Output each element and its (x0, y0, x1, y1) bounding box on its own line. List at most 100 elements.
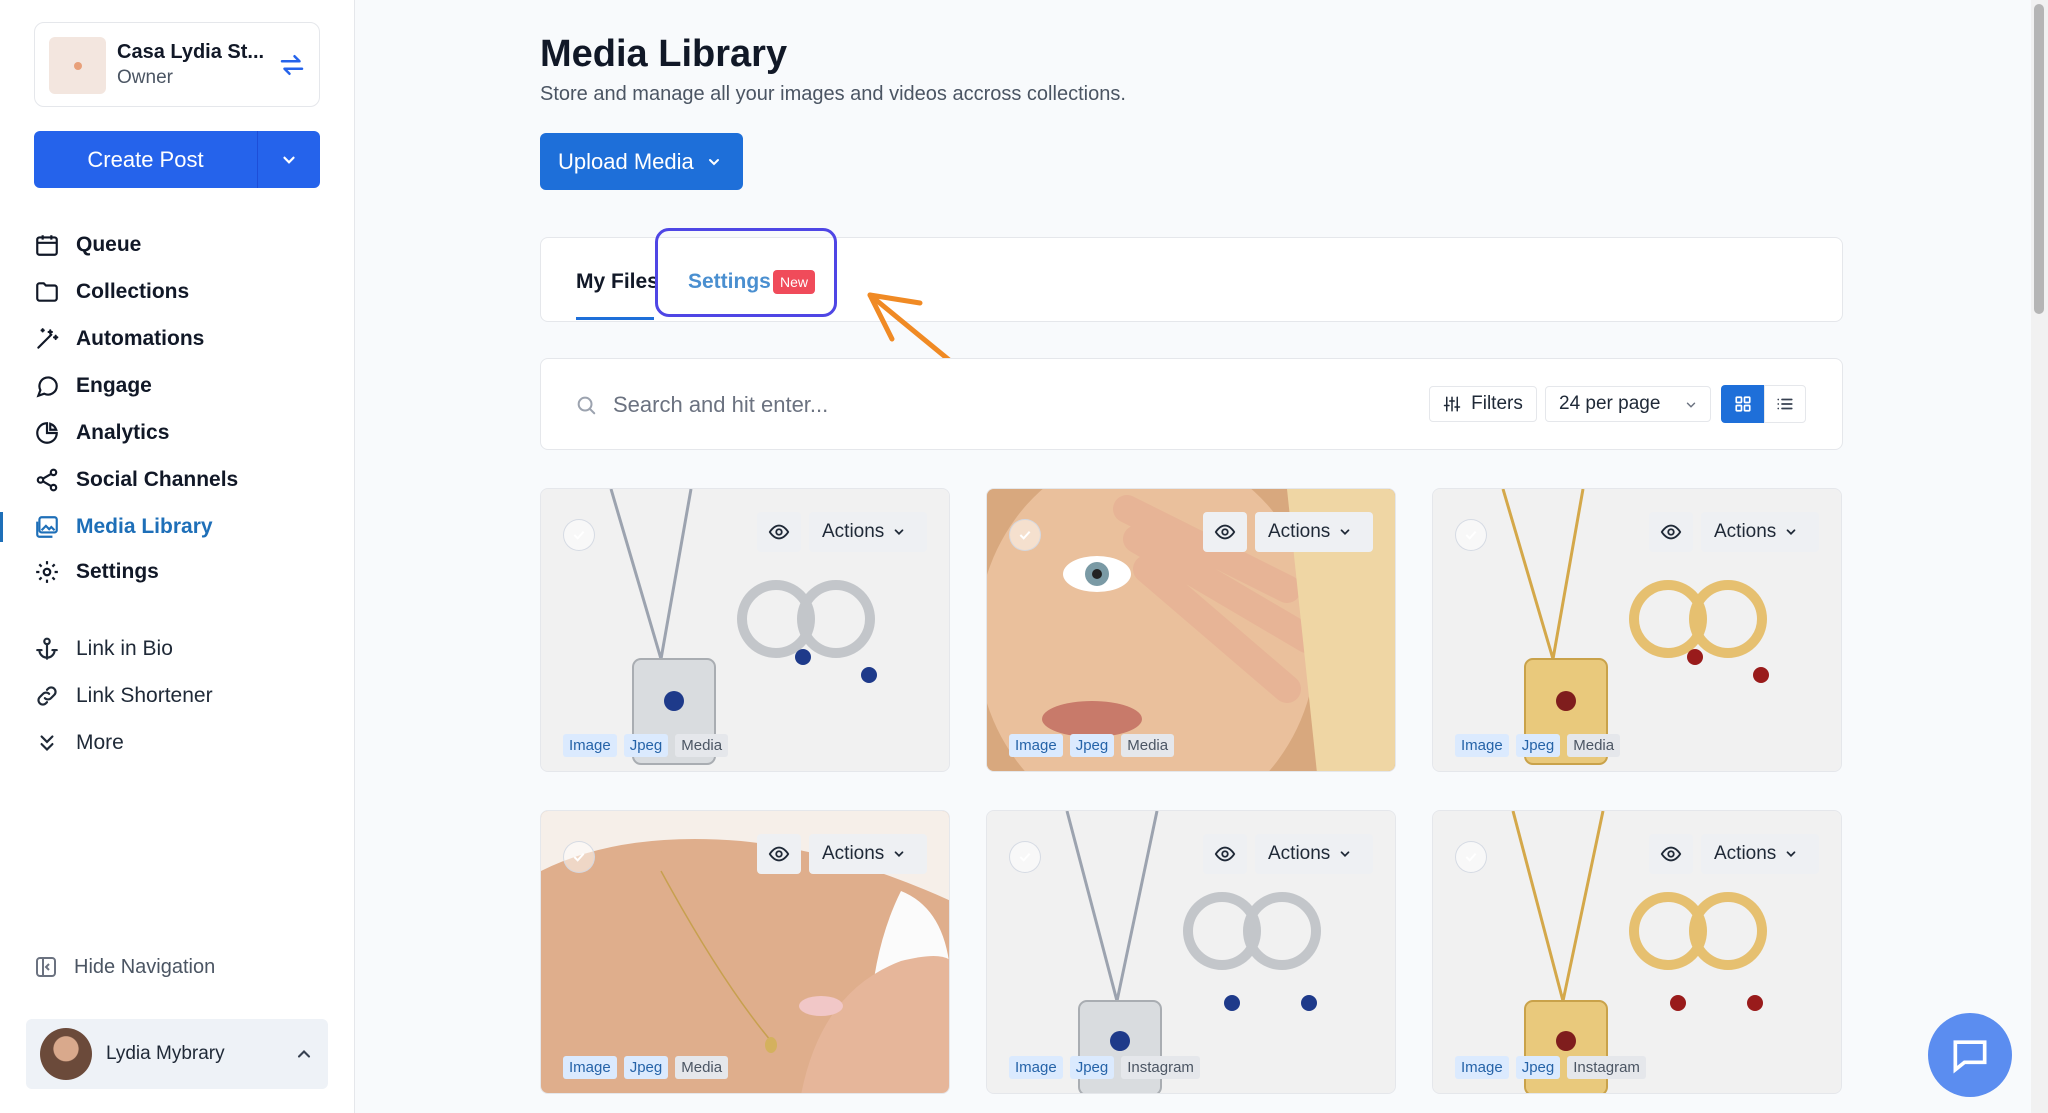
tag: Jpeg (1069, 1056, 1115, 1079)
avatar (40, 1028, 92, 1080)
upload-media-button[interactable]: Upload Media (540, 133, 743, 190)
preview-button[interactable] (1203, 512, 1247, 552)
actions-button[interactable]: Actions (1255, 512, 1373, 552)
select-checkbox[interactable] (563, 841, 595, 873)
create-post-dropdown[interactable] (258, 131, 320, 188)
nav-item-queue[interactable]: Queue (34, 228, 141, 262)
nav-item-media-library[interactable]: Media Library (34, 510, 213, 544)
tag: Image (1009, 1056, 1063, 1079)
media-card[interactable]: Actions Image Jpeg Instagram (1432, 810, 1842, 1094)
tag: Jpeg (1069, 734, 1115, 757)
select-checkbox[interactable] (1455, 841, 1487, 873)
share-icon (36, 468, 58, 492)
folder-icon (36, 282, 58, 302)
magic-wand-icon (37, 328, 59, 349)
nav-item-link-shortener[interactable]: Link Shortener (34, 679, 213, 713)
chevron-down-icon (708, 158, 719, 165)
nav-item-engage[interactable]: Engage (34, 369, 152, 403)
select-checkbox[interactable] (1009, 519, 1041, 551)
gear-icon (36, 561, 58, 583)
search-input[interactable] (613, 383, 1213, 427)
help-chat-button[interactable] (1928, 1013, 2012, 1097)
nav-item-analytics[interactable]: Analytics (34, 416, 169, 450)
actions-button[interactable]: Actions (1701, 512, 1819, 552)
media-card[interactable]: Actions Image Jpeg Media (1432, 488, 1842, 772)
nav-label: Engage (76, 374, 152, 397)
eye-icon (1214, 846, 1236, 862)
nav-label: Settings (76, 560, 159, 583)
media-card[interactable]: Actions Image Jpeg Media (540, 488, 950, 772)
actions-button[interactable]: Actions (809, 512, 927, 552)
tag: Jpeg (1515, 1056, 1561, 1079)
select-checkbox[interactable] (1455, 519, 1487, 551)
eye-icon (1214, 524, 1236, 540)
tab-my-files[interactable]: My Files (576, 270, 659, 294)
chat-bubble-icon (36, 376, 58, 398)
image-gallery-icon (36, 516, 58, 538)
media-tags: Image Jpeg Media (563, 734, 729, 757)
nav-label: More (76, 731, 124, 754)
nav-label: Media Library (76, 515, 213, 538)
preview-button[interactable] (757, 834, 801, 874)
select-checkbox[interactable] (563, 519, 595, 551)
tab-settings[interactable]: Settings (688, 270, 771, 294)
media-card[interactable]: Actions Image Jpeg Instagram (986, 810, 1396, 1094)
nav-item-automations[interactable]: Automations (34, 322, 204, 356)
switch-account-icon[interactable] (277, 50, 307, 80)
chevron-down-icon (1786, 529, 1796, 535)
actions-label: Actions (1268, 521, 1331, 542)
preview-button[interactable] (757, 512, 801, 552)
account-switcher[interactable]: Casa Lydia St... Owner (34, 22, 320, 107)
create-post-button[interactable]: Create Post (34, 131, 258, 188)
actions-button[interactable]: Actions (1701, 834, 1819, 874)
check-icon (1019, 530, 1031, 540)
nav-item-settings[interactable]: Settings (34, 555, 159, 589)
preview-button[interactable] (1203, 834, 1247, 874)
tag: Jpeg (623, 734, 669, 757)
chevron-down-icon (1686, 402, 1696, 408)
user-menu[interactable]: Lydia Mybrary (26, 1019, 328, 1089)
per-page-select[interactable]: 24 per page (1545, 386, 1711, 422)
media-tags: Image Jpeg Media (563, 1056, 729, 1079)
grid-view-button[interactable] (1721, 385, 1764, 423)
actions-button[interactable]: Actions (809, 834, 927, 874)
nav-label: Automations (76, 327, 205, 350)
new-badge: New (773, 270, 816, 294)
nav-label: Queue (76, 233, 142, 256)
preview-button[interactable] (1649, 834, 1693, 874)
tag: Image (1455, 1056, 1509, 1079)
list-view-button[interactable] (1764, 385, 1806, 423)
pie-chart-icon (36, 422, 58, 444)
actions-button[interactable]: Actions (1255, 834, 1373, 874)
filters-button[interactable]: Filters (1429, 386, 1537, 422)
hide-navigation-button[interactable]: Hide Navigation (34, 955, 215, 979)
actions-label: Actions (822, 521, 885, 542)
select-checkbox[interactable] (1009, 841, 1041, 873)
actions-label: Actions (1714, 521, 1777, 542)
tag: Image (563, 1056, 617, 1079)
chevron-down-icon (1786, 851, 1796, 857)
nav-item-social-channels[interactable]: Social Channels (34, 463, 238, 497)
scrollbar[interactable] (2031, 0, 2048, 1113)
tag: Image (563, 734, 617, 757)
media-card[interactable]: Actions Image Jpeg Media (986, 488, 1396, 772)
preview-button[interactable] (1649, 512, 1693, 552)
check-icon (573, 852, 585, 862)
media-card[interactable]: Actions Image Jpeg Media (540, 810, 950, 1094)
nav-label: Collections (76, 280, 190, 303)
scrollbar-thumb[interactable] (2034, 4, 2044, 314)
check-icon (1019, 852, 1031, 862)
eye-icon (1660, 846, 1682, 862)
active-tab-underline (576, 317, 654, 320)
account-name: Casa Lydia St... (117, 41, 265, 63)
tag: Instagram (1121, 1056, 1200, 1079)
nav-item-collections[interactable]: Collections (34, 275, 189, 309)
double-chevron-down-icon (40, 735, 54, 752)
nav-item-link-in-bio[interactable]: Link in Bio (34, 632, 173, 666)
nav-label: Link in Bio (76, 637, 173, 660)
tag: Image (1009, 734, 1063, 757)
nav-item-more[interactable]: More (34, 726, 124, 760)
per-page-value: 24 per page (1559, 393, 1661, 414)
chevron-down-icon (894, 529, 904, 535)
user-name: Lydia Mybrary (106, 1043, 225, 1064)
